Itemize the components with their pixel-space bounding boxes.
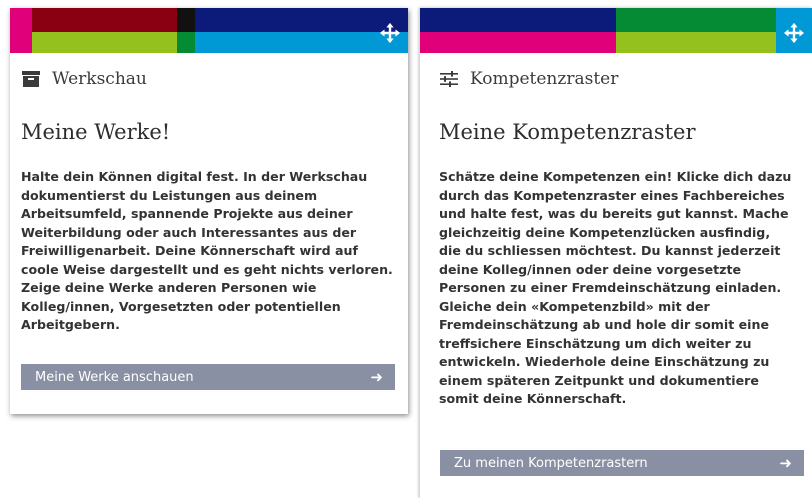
description-line: Freiwilligenarbeit. Deine Könnerschaft w… xyxy=(21,243,358,258)
card-description: Halte dein Können digital fest. In der W… xyxy=(21,168,393,335)
banner-stripe xyxy=(10,8,32,53)
card-title: Kompetenzraster xyxy=(470,69,619,89)
button-label: Meine Werke anschauen xyxy=(35,369,194,385)
banner-stripe xyxy=(177,8,195,32)
description-line: treffsichere Einschätzung um dich weiter… xyxy=(439,335,752,351)
color-banner xyxy=(10,8,408,53)
description-line: dokumentierst du Leistungen aus deinem xyxy=(21,187,318,203)
card-header: Werkschau xyxy=(20,66,147,92)
banner-stripe xyxy=(616,32,776,53)
card-header: Kompetenzraster xyxy=(438,66,618,92)
werkschau-card: Werkschau Meine Werke! Halte dein Können… xyxy=(10,8,408,414)
archive-box-icon xyxy=(20,68,42,90)
card-description: Schätze deine Kompetenzen ein! Klicke di… xyxy=(439,168,791,409)
description-line: deine Kolleg/innen oder deine vorgesetzt… xyxy=(439,261,742,277)
banner-stripe xyxy=(420,32,616,53)
arrow-right-icon: ➜ xyxy=(370,368,383,386)
description-line: Kolleg/innen, Vorgesetzten oder potentie… xyxy=(21,298,341,314)
kompetenzraster-card: Kompetenzraster Meine Kompetenzraster Sc… xyxy=(419,8,812,498)
move-arrows-icon xyxy=(783,22,805,44)
view-works-button[interactable]: Meine Werke anschauen ➜ xyxy=(21,364,395,390)
description-line: durch das Kompetenzraster eines Fachbere… xyxy=(439,187,785,203)
banner-stripe xyxy=(32,8,177,32)
description-line: die du schliessen möchtest. Du kannst je… xyxy=(439,243,781,258)
description-line: Arbeitsumfeld, spannende Projekte aus de… xyxy=(21,206,353,221)
card-heading: Meine Kompetenzraster xyxy=(439,120,696,144)
button-label: Zu meinen Kompetenzrastern xyxy=(454,455,648,471)
description-line: Arbeitgebern. xyxy=(21,317,120,332)
banner-stripe xyxy=(420,8,616,32)
description-line: Zeige deine Werke anderen Personen wie xyxy=(21,280,317,295)
description-line: Weiterbildung oder auch Interessantes au… xyxy=(21,224,357,240)
open-competency-grids-button[interactable]: Zu meinen Kompetenzrastern ➜ xyxy=(440,450,804,476)
color-banner xyxy=(420,8,812,53)
description-line: Gleiche dein «Kompetenzbild» mit der xyxy=(439,298,710,314)
description-line: einem späteren Zeitpunkt und dokumentier… xyxy=(439,372,759,388)
description-line: und halte fest, was du bereits gut kanns… xyxy=(439,206,789,221)
move-arrows-icon xyxy=(379,22,401,44)
banner-stripe xyxy=(177,32,195,53)
move-handle[interactable] xyxy=(372,16,408,50)
banner-stripe xyxy=(32,32,177,53)
description-line: entwickeln. Wiederhole deine Einschätzun… xyxy=(439,354,770,369)
move-handle[interactable] xyxy=(776,16,812,50)
description-line: somit deine Könnerschaft. xyxy=(439,391,627,406)
description-line: Personen zu einer Fremdeinschätzung einl… xyxy=(439,280,782,295)
description-line: Schätze deine Kompetenzen ein! Klicke di… xyxy=(439,169,792,184)
description-line: coole Weise dargestellt und es geht nich… xyxy=(21,261,393,277)
sliders-icon xyxy=(438,68,460,90)
description-line: Fremdeinschätzung ab und hole dir somit … xyxy=(439,317,769,332)
banner-stripe xyxy=(616,8,776,32)
arrow-right-icon: ➜ xyxy=(779,454,792,472)
card-heading: Meine Werke! xyxy=(21,120,171,144)
description-line: gleichzeitig deine Kompetenzlücken ausfi… xyxy=(439,224,771,240)
description-line: Halte dein Können digital fest. In der W… xyxy=(21,169,368,184)
card-title: Werkschau xyxy=(52,69,147,89)
